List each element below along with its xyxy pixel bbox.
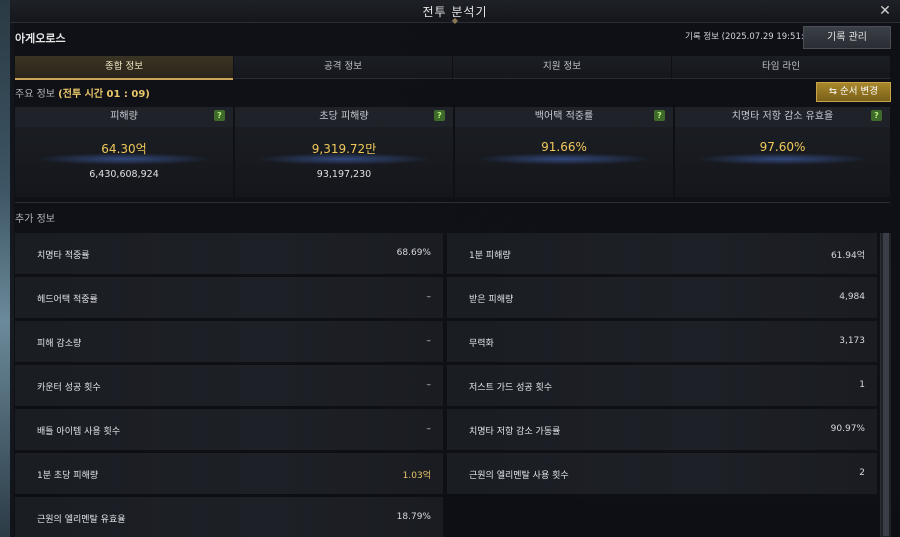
row-label: 카운터 성공 횟수	[37, 383, 101, 393]
stat-main-value: 91.66%	[541, 140, 587, 154]
row-value: –	[426, 292, 432, 302]
row-value: 3,173	[839, 336, 865, 346]
stat-main-value: 64.30억	[101, 142, 147, 156]
stat-title: 치명타 저항 감소 유효율	[675, 107, 890, 127]
row-value: 90.97%	[830, 424, 865, 434]
row-label: 근원의 엘리멘탈 유효율	[37, 515, 126, 525]
row-value: 4,984	[839, 292, 865, 302]
row-value: 2	[859, 468, 865, 478]
list-item: 저스트 가드 성공 횟수 1	[447, 365, 877, 406]
section-divider	[15, 202, 890, 203]
list-item: 치명타 저항 감소 가동률 90.97%	[447, 409, 877, 450]
list-item: 1분 피해량 61.94억	[447, 233, 877, 274]
stat-sub-value: 93,197,230	[316, 169, 372, 180]
row-value: 1.03억	[402, 471, 431, 481]
row-label: 근원의 엘리멘탈 사용 횟수	[469, 471, 569, 481]
list-item: 배틀 아이템 사용 횟수 –	[15, 409, 443, 450]
list-item: 무력화 3,173	[447, 321, 877, 362]
title-bar[interactable]: 전투 분석기 ◆ ✕	[10, 0, 900, 25]
stat-title: 초당 피해량	[235, 107, 453, 127]
tab-bar: 종합 정보 공격 정보 지원 정보 타임 라인	[15, 56, 890, 80]
record-manage-button[interactable]: 기록 관리	[803, 26, 891, 49]
tab-attack[interactable]: 공격 정보	[234, 56, 452, 79]
row-label: 1분 피해량	[469, 251, 511, 261]
swap-icon: ⇆	[829, 86, 837, 97]
stat-title: 백어택 적중률	[455, 107, 673, 127]
row-label: 치명타 저항 감소 가동률	[469, 427, 561, 437]
list-item: 헤드어택 적중률 –	[15, 277, 443, 318]
list-item: 근원의 엘리멘탈 사용 횟수 2	[447, 453, 877, 494]
ornament-icon: ◆	[451, 16, 459, 25]
row-label: 받은 피해량	[469, 295, 514, 305]
stat-sub-value: 6,430,608,924	[89, 169, 159, 180]
list-item: 피해 감소량 –	[15, 321, 443, 362]
stat-card-back-attack: 백어택 적중률 ? 91.66%	[455, 107, 673, 197]
scroll-thumb[interactable]	[883, 233, 889, 536]
stat-glow	[695, 153, 870, 165]
stat-card-damage: 피해량 ? 64.30억 6,430,608,924	[15, 107, 233, 197]
order-change-button[interactable]: ⇆ 순서 변경	[816, 82, 891, 102]
battle-time: (전투 시간 01 : 09)	[58, 89, 150, 100]
list-item: 치명타 적중률 68.69%	[15, 233, 443, 274]
row-value: 68.69%	[396, 248, 431, 258]
tab-overview[interactable]: 종합 정보	[15, 56, 233, 80]
help-icon[interactable]: ?	[214, 110, 225, 121]
stat-main-value: 97.60%	[759, 140, 806, 154]
list-item: 카운터 성공 횟수 –	[15, 365, 443, 406]
row-value: 61.94억	[830, 251, 865, 261]
list-item: 받은 피해량 4,984	[447, 277, 877, 318]
stat-title: 피해량	[15, 107, 233, 127]
help-icon[interactable]: ?	[654, 110, 665, 121]
row-label: 헤드어택 적중률	[37, 295, 98, 305]
list-item: 1분 초당 피해량 1.03억	[15, 453, 443, 494]
summary-label: 주요 정보	[15, 89, 55, 100]
close-icon[interactable]: ✕	[876, 2, 894, 20]
row-label: 피해 감소량	[37, 339, 82, 349]
help-icon[interactable]: ?	[434, 110, 445, 121]
row-value: 1	[859, 380, 865, 390]
row-label: 무력화	[469, 339, 494, 349]
additional-section-label: 추가 정보	[15, 214, 55, 225]
row-value: –	[426, 336, 432, 346]
record-info: 기록 정보 (2025.07.29 19:51:48)	[685, 32, 818, 42]
tab-timeline[interactable]: 타임 라인	[672, 56, 890, 79]
row-value: –	[426, 424, 432, 434]
stat-main-value: 9,319.72만	[311, 142, 377, 156]
summary-section-label: 주요 정보 (전투 시간 01 : 09)	[15, 85, 150, 100]
help-icon[interactable]: ?	[871, 110, 882, 121]
row-value: –	[426, 380, 432, 390]
row-label: 1분 초당 피해량	[37, 471, 99, 481]
row-label: 배틀 아이템 사용 횟수	[37, 427, 121, 437]
character-name: 아게오로스	[15, 32, 66, 45]
scrollbar[interactable]	[880, 233, 891, 537]
stat-card-crit-resist: 치명타 저항 감소 유효율 ? 97.60%	[675, 107, 890, 197]
stat-glow	[475, 153, 653, 165]
row-value: 18.79%	[396, 512, 431, 522]
battle-analyzer-window: 전투 분석기 ◆ ✕ 아게오로스 기록 정보 (2025.07.29 19:51…	[10, 0, 900, 537]
row-label: 저스트 가드 성공 횟수	[469, 383, 553, 393]
tab-support[interactable]: 지원 정보	[453, 56, 671, 79]
stat-card-dps: 초당 피해량 ? 9,319.72만 93,197,230	[235, 107, 453, 197]
list-item: 근원의 엘리멘탈 유효율 18.79%	[15, 497, 443, 537]
order-change-label: 순서 변경	[840, 86, 878, 97]
row-label: 치명타 적중률	[37, 251, 90, 261]
